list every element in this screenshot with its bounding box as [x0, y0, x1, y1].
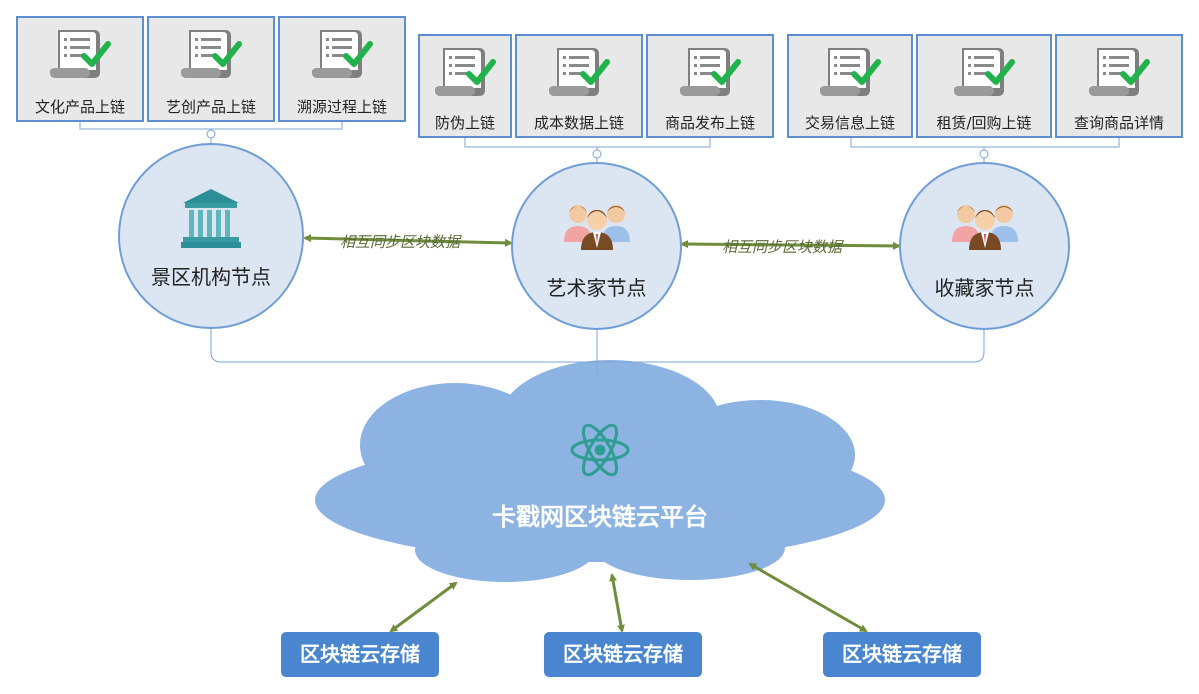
card-label: 查询商品详情 — [1073, 114, 1164, 132]
cloud-storage-box[interactable]: 区块链云存储 — [281, 632, 439, 677]
card-label: 商品发布上链 — [664, 114, 755, 132]
chain-action-card[interactable]: 防伪上链 — [418, 34, 512, 138]
card-label: 成本数据上链 — [533, 114, 624, 132]
node-scenic-institution[interactable]: 景区机构节点 — [118, 143, 304, 329]
chain-action-card[interactable]: 租赁/回购上链 — [916, 34, 1052, 138]
group-bracket — [850, 138, 1120, 162]
chain-action-card[interactable]: 交易信息上链 — [787, 34, 913, 138]
storage-arrow — [609, 573, 625, 633]
certificate-check-icon — [420, 44, 510, 106]
node-label: 景区机构节点 — [151, 265, 271, 289]
platform-title: 卡戳网区块链云平台 — [492, 503, 708, 531]
cloud-storage-box[interactable]: 区块链云存储 — [823, 632, 981, 677]
card-label: 艺创产品上链 — [165, 98, 256, 116]
card-label: 交易信息上链 — [804, 114, 895, 132]
node-label: 艺术家节点 — [546, 276, 647, 300]
group-bracket — [464, 138, 711, 162]
people-group-icon — [901, 200, 1068, 250]
chain-action-card[interactable]: 商品发布上链 — [646, 34, 774, 138]
node-artist[interactable]: 艺术家节点 — [511, 162, 682, 330]
sync-label: 相互同步区块数据 — [722, 238, 843, 256]
node-to-platform-line — [210, 328, 985, 375]
chain-action-card[interactable]: 成本数据上链 — [515, 34, 643, 138]
node-collector[interactable]: 收藏家节点 — [899, 162, 1070, 330]
certificate-check-icon — [280, 26, 404, 88]
certificate-check-icon — [149, 26, 273, 88]
bank-building-icon — [120, 187, 302, 249]
chain-action-card[interactable]: 查询商品详情 — [1055, 34, 1183, 138]
certificate-check-icon — [789, 44, 911, 106]
storage-arrow — [748, 562, 868, 633]
cloud-storage-box[interactable]: 区块链云存储 — [544, 632, 702, 677]
people-group-icon — [513, 200, 680, 250]
cloud-shape — [315, 360, 885, 582]
node-label: 收藏家节点 — [934, 276, 1035, 300]
certificate-check-icon — [648, 44, 772, 106]
certificate-check-icon — [918, 44, 1050, 106]
card-label: 溯源过程上链 — [296, 98, 387, 116]
certificate-check-icon — [517, 44, 641, 106]
certificate-check-icon — [18, 26, 142, 88]
certificate-check-icon — [1057, 44, 1181, 106]
chain-action-card[interactable]: 艺创产品上链 — [147, 16, 275, 122]
chain-action-card[interactable]: 溯源过程上链 — [278, 16, 406, 122]
card-label: 文化产品上链 — [34, 98, 125, 116]
card-label: 防伪上链 — [434, 114, 495, 132]
storage-arrow — [389, 581, 458, 633]
card-label: 租赁/回购上链 — [936, 114, 1032, 132]
group-bracket — [79, 122, 343, 144]
sync-label: 相互同步区块数据 — [340, 233, 461, 251]
chain-action-card[interactable]: 文化产品上链 — [16, 16, 144, 122]
